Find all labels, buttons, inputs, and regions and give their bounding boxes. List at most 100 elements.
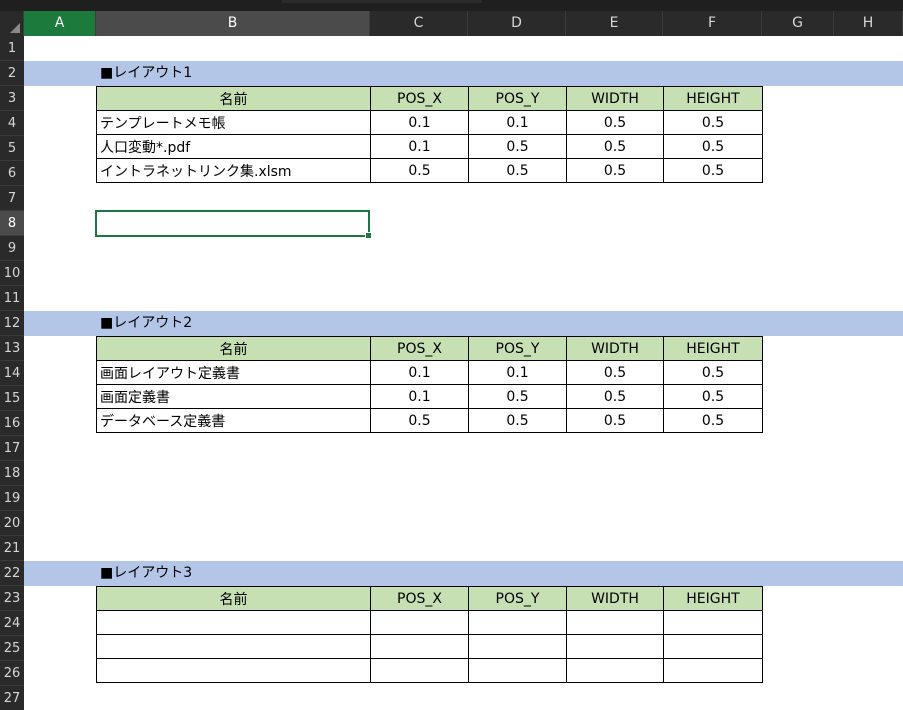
- cell-height[interactable]: 0.5: [663, 158, 763, 183]
- row-header[interactable]: 12: [0, 311, 24, 336]
- header-cell-pos-x[interactable]: POS_X: [370, 86, 469, 111]
- cell-name[interactable]: データベース定義書: [96, 408, 371, 433]
- cell-height[interactable]: [663, 634, 763, 659]
- cell-pos-y[interactable]: 0.5: [468, 158, 567, 183]
- cell-pos-y[interactable]: 0.1: [468, 110, 567, 135]
- column-header-d[interactable]: D: [468, 11, 566, 36]
- cell-pos-x[interactable]: 0.1: [370, 110, 469, 135]
- cell-name[interactable]: [96, 610, 371, 635]
- cell-width[interactable]: 0.5: [566, 360, 664, 385]
- row-header[interactable]: 22: [0, 561, 24, 586]
- row-header[interactable]: 16: [0, 411, 24, 436]
- cell-name[interactable]: [96, 634, 371, 659]
- cell-name[interactable]: 人口変動*.pdf: [96, 134, 371, 159]
- row-header[interactable]: 14: [0, 361, 24, 386]
- cell-pos-y[interactable]: [468, 634, 567, 659]
- cell-pos-y[interactable]: 0.1: [468, 360, 567, 385]
- row-header[interactable]: 2: [0, 61, 24, 86]
- header-cell-pos-x[interactable]: POS_X: [370, 336, 469, 361]
- cell-pos-x[interactable]: 0.1: [370, 360, 469, 385]
- select-all-button[interactable]: [0, 11, 24, 36]
- header-cell-name[interactable]: 名前: [96, 86, 371, 111]
- row-header[interactable]: 5: [0, 136, 24, 161]
- cell-pos-y[interactable]: 0.5: [468, 408, 567, 433]
- row-header[interactable]: 10: [0, 261, 24, 286]
- cell-height[interactable]: 0.5: [663, 134, 763, 159]
- row-header[interactable]: 18: [0, 461, 24, 486]
- cell-pos-y[interactable]: 0.5: [468, 134, 567, 159]
- row-header[interactable]: 4: [0, 111, 24, 136]
- header-cell-width[interactable]: WIDTH: [566, 86, 664, 111]
- fill-handle[interactable]: [365, 232, 372, 239]
- header-cell-name[interactable]: 名前: [96, 586, 371, 611]
- header-cell-width[interactable]: WIDTH: [566, 336, 664, 361]
- header-cell-pos-y[interactable]: POS_Y: [468, 336, 567, 361]
- row-header[interactable]: 24: [0, 611, 24, 636]
- row-header[interactable]: 6: [0, 161, 24, 186]
- header-cell-pos-x[interactable]: POS_X: [370, 586, 469, 611]
- cell-width[interactable]: [566, 634, 664, 659]
- section-title[interactable]: ■レイアウト2: [100, 311, 192, 336]
- column-header-c[interactable]: C: [370, 11, 468, 36]
- row-header[interactable]: 25: [0, 636, 24, 661]
- column-header-f[interactable]: F: [663, 11, 762, 36]
- row-header[interactable]: 7: [0, 186, 24, 211]
- cell-height[interactable]: [663, 658, 763, 683]
- column-header-a[interactable]: A: [24, 11, 96, 36]
- cell-height[interactable]: 0.5: [663, 110, 763, 135]
- row-header[interactable]: 23: [0, 586, 24, 611]
- active-cell-selection[interactable]: [95, 210, 372, 239]
- cell-height[interactable]: [663, 610, 763, 635]
- row-header[interactable]: 9: [0, 236, 24, 261]
- cell-name[interactable]: 画面レイアウト定義書: [96, 360, 371, 385]
- cell-height[interactable]: 0.5: [663, 360, 763, 385]
- row-header[interactable]: 3: [0, 86, 24, 111]
- cell-height[interactable]: 0.5: [663, 384, 763, 409]
- row-header[interactable]: 21: [0, 536, 24, 561]
- cell-name[interactable]: テンプレートメモ帳: [96, 110, 371, 135]
- row-header-selected[interactable]: 8: [0, 211, 24, 236]
- row-header[interactable]: 15: [0, 386, 24, 411]
- header-cell-pos-y[interactable]: POS_Y: [468, 586, 567, 611]
- column-header-g[interactable]: G: [762, 11, 834, 36]
- header-cell-height[interactable]: HEIGHT: [663, 586, 763, 611]
- section-title[interactable]: ■レイアウト1: [100, 61, 192, 86]
- row-header[interactable]: 19: [0, 486, 24, 511]
- cell-pos-x[interactable]: 0.1: [370, 134, 469, 159]
- row-header[interactable]: 17: [0, 436, 24, 461]
- cell-width[interactable]: 0.5: [566, 110, 664, 135]
- cell-height[interactable]: 0.5: [663, 408, 763, 433]
- row-header[interactable]: 11: [0, 286, 24, 311]
- header-cell-width[interactable]: WIDTH: [566, 586, 664, 611]
- cell-pos-x[interactable]: [370, 658, 469, 683]
- cell-width[interactable]: 0.5: [566, 158, 664, 183]
- cell-name[interactable]: イントラネットリンク集.xlsm: [96, 158, 371, 183]
- cell-pos-x[interactable]: 0.5: [370, 408, 469, 433]
- column-header-b[interactable]: B: [96, 11, 370, 36]
- cell-pos-x[interactable]: 0.5: [370, 158, 469, 183]
- cell-pos-y[interactable]: [468, 658, 567, 683]
- row-header[interactable]: 13: [0, 336, 24, 361]
- cell-width[interactable]: 0.5: [566, 134, 664, 159]
- header-cell-height[interactable]: HEIGHT: [663, 86, 763, 111]
- cell-pos-x[interactable]: [370, 634, 469, 659]
- cell-name[interactable]: [96, 658, 371, 683]
- section-title[interactable]: ■レイアウト3: [100, 561, 192, 586]
- cell-pos-x[interactable]: 0.1: [370, 384, 469, 409]
- cell-pos-x[interactable]: [370, 610, 469, 635]
- cell-width[interactable]: 0.5: [566, 384, 664, 409]
- cell-name[interactable]: 画面定義書: [96, 384, 371, 409]
- cell-pos-y[interactable]: 0.5: [468, 384, 567, 409]
- column-header-e[interactable]: E: [566, 11, 663, 36]
- header-cell-pos-y[interactable]: POS_Y: [468, 86, 567, 111]
- cell-width[interactable]: [566, 658, 664, 683]
- header-cell-height[interactable]: HEIGHT: [663, 336, 763, 361]
- row-header[interactable]: 20: [0, 511, 24, 536]
- cell-width[interactable]: 0.5: [566, 408, 664, 433]
- cell-width[interactable]: [566, 610, 664, 635]
- row-header[interactable]: 27: [0, 686, 24, 710]
- row-header[interactable]: 26: [0, 661, 24, 686]
- column-header-h[interactable]: H: [834, 11, 903, 36]
- row-header[interactable]: 1: [0, 36, 24, 61]
- header-cell-name[interactable]: 名前: [96, 336, 371, 361]
